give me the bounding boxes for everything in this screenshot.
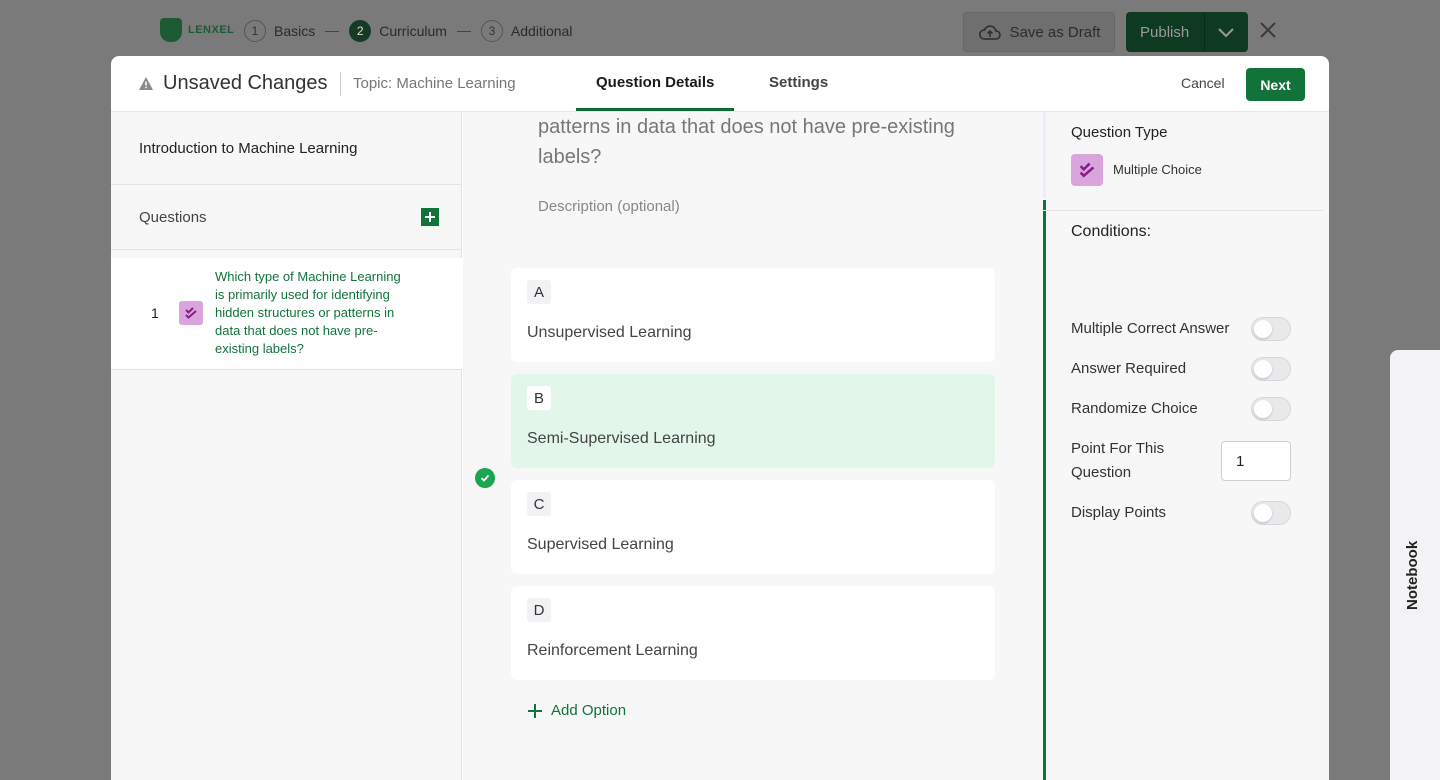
- question-settings-panel: Question Type Multiple Choice Conditions…: [1043, 112, 1329, 780]
- randomize-choice-label: Randomize Choice: [1071, 400, 1198, 417]
- questions-sidebar: Introduction to Machine Learning Questio…: [111, 112, 462, 780]
- panel-accent: [1043, 112, 1046, 198]
- add-option-button[interactable]: Add Option: [527, 702, 626, 719]
- close-icon[interactable]: [1258, 20, 1278, 40]
- divider: [111, 184, 462, 185]
- option-letter: A: [527, 280, 551, 304]
- question-text: Which type of Machine Learning is primar…: [215, 269, 401, 356]
- multiple-correct-answer-toggle[interactable]: [1251, 317, 1291, 341]
- option-letter: B: [527, 386, 551, 410]
- publish-label: Publish: [1140, 23, 1190, 41]
- notebook-label: Notebook: [1404, 540, 1421, 610]
- step-divider: [325, 30, 340, 32]
- background-header: LENXEL 1 Basics 2 Curriculum 3 Additiona…: [0, 0, 1440, 64]
- option-card-b[interactable]: B Semi-Supervised Learning: [511, 374, 995, 468]
- warning-icon: [139, 77, 153, 90]
- step-number: 3: [480, 20, 503, 42]
- points-label: Point For This Question: [1071, 440, 1165, 481]
- question-number: 1: [151, 305, 159, 321]
- randomize-choice-toggle[interactable]: [1251, 397, 1291, 421]
- cancel-button[interactable]: Cancel: [1181, 75, 1225, 91]
- option-text[interactable]: Supervised Learning: [527, 536, 674, 554]
- add-question-button[interactable]: [421, 208, 439, 226]
- cloud-upload-icon: [978, 25, 1001, 40]
- option-card-d[interactable]: D Reinforcement Learning: [511, 586, 995, 680]
- step-label: Curriculum: [379, 23, 447, 39]
- plus-icon: [528, 703, 542, 718]
- answer-required-toggle[interactable]: [1251, 357, 1291, 381]
- stepper: 1 Basics 2 Curriculum 3 Additional: [244, 20, 572, 42]
- active-tab-indicator: [576, 108, 734, 111]
- panel-accent: [1043, 200, 1046, 780]
- chevron-down-icon[interactable]: [1216, 22, 1236, 42]
- display-points-toggle[interactable]: [1251, 501, 1291, 525]
- tab-question-details[interactable]: Question Details: [596, 74, 714, 91]
- question-type-value[interactable]: Multiple Choice: [1113, 162, 1202, 177]
- step-basics[interactable]: 1 Basics: [244, 20, 315, 42]
- logo-icon: [160, 18, 182, 42]
- plus-icon: [425, 212, 435, 222]
- multiple-choice-icon: [179, 301, 203, 325]
- step-label: Additional: [510, 23, 573, 39]
- divider: [1043, 210, 1323, 211]
- questions-heading: Questions: [139, 209, 207, 226]
- logo-text: LENXEL: [188, 24, 235, 36]
- next-button[interactable]: Next: [1246, 68, 1305, 101]
- divider: [111, 249, 462, 250]
- tab-settings[interactable]: Settings: [769, 74, 828, 91]
- save-draft-button[interactable]: Save as Draft: [963, 12, 1115, 52]
- points-input[interactable]: [1221, 441, 1291, 481]
- description-input[interactable]: Description (optional): [538, 198, 680, 215]
- option-card-c[interactable]: C Supervised Learning: [511, 480, 995, 574]
- modal-title: Unsaved Changes: [163, 72, 328, 94]
- step-divider: [456, 30, 471, 32]
- app-logo: LENXEL: [160, 18, 234, 42]
- option-card-a[interactable]: A Unsupervised Learning: [511, 268, 995, 362]
- option-text[interactable]: Semi-Supervised Learning: [527, 430, 716, 448]
- option-letter: C: [527, 492, 551, 516]
- step-number: 1: [244, 20, 266, 42]
- multiple-choice-icon[interactable]: [1071, 154, 1103, 186]
- publish-button[interactable]: Publish: [1126, 12, 1248, 52]
- question-editor-modal: Unsaved Changes Topic: Machine Learning …: [111, 56, 1329, 780]
- correct-answer-check-icon[interactable]: [475, 468, 495, 488]
- conditions-title: Conditions:: [1071, 223, 1152, 240]
- save-draft-label: Save as Draft: [1009, 23, 1101, 41]
- modal-header: Unsaved Changes Topic: Machine Learning …: [111, 56, 1329, 112]
- multiple-correct-answer-label: Multiple Correct Answer: [1071, 320, 1230, 337]
- answer-required-label: Answer Required: [1071, 360, 1187, 377]
- question-list-item[interactable]: 1 Which type of Machine Learning is prim…: [111, 258, 462, 370]
- question-type-label: Question Type: [1071, 124, 1168, 141]
- step-number: 2: [349, 20, 372, 42]
- topic-label: Topic: Machine Learning: [353, 75, 516, 92]
- header-divider: [340, 72, 341, 96]
- step-label: Basics: [274, 23, 316, 39]
- display-points-label: Display Points: [1071, 504, 1167, 521]
- option-text[interactable]: Unsupervised Learning: [527, 324, 692, 342]
- question-title-input[interactable]: patterns in data that does not have pre-…: [538, 112, 958, 172]
- option-text[interactable]: Reinforcement Learning: [527, 642, 698, 660]
- question-editor: patterns in data that does not have pre-…: [463, 112, 1043, 780]
- notebook-tab[interactable]: Notebook: [1390, 350, 1440, 780]
- step-additional[interactable]: 3 Additional: [480, 20, 573, 42]
- lesson-title: Introduction to Machine Learning: [139, 140, 358, 157]
- publish-divider: [1204, 12, 1205, 52]
- option-letter: D: [527, 598, 551, 622]
- step-curriculum[interactable]: 2 Curriculum: [349, 20, 447, 42]
- add-option-label: Add Option: [551, 702, 627, 719]
